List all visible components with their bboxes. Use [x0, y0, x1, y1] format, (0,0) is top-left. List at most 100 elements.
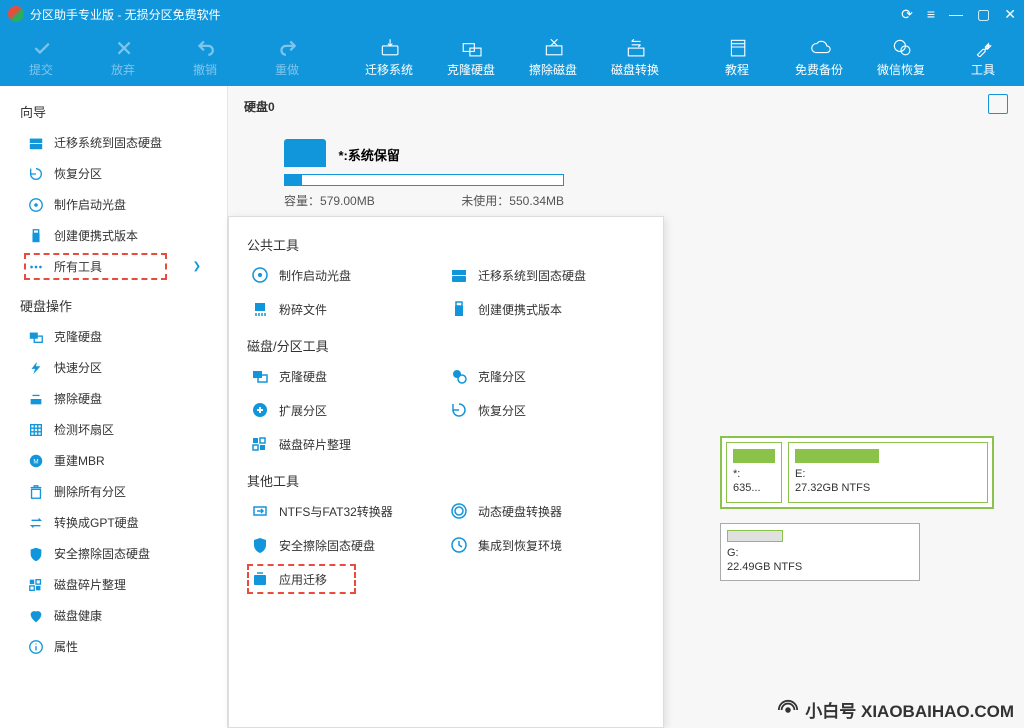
recover-icon [28, 166, 44, 182]
partition-name: *:系统保留 [338, 145, 399, 164]
mbr-icon: M [28, 453, 44, 469]
partition-group: *:635... E:27.32GB NTFS [720, 436, 994, 509]
swap-icon [28, 515, 44, 531]
popup-item-app[interactable]: 应用迁移 [247, 562, 446, 596]
sidebar-item-defrag[interactable]: 磁盘碎片整理 [0, 569, 227, 600]
toolbar-wechat-button[interactable]: 微信恢复 [860, 28, 942, 86]
del-icon [28, 484, 44, 500]
hdd-swap-icon [623, 37, 647, 57]
popup-item-hdd[interactable]: 迁移系统到固态硬盘 [446, 258, 645, 292]
toolbar-label: 擦除磁盘 [529, 61, 577, 78]
sidebar-item-shield[interactable]: 安全擦除固态硬盘 [0, 538, 227, 569]
toolbar-wrench-button[interactable]: 工具 [942, 28, 1024, 86]
clonep-icon [450, 367, 468, 385]
sidebar-item-info[interactable]: 属性 [0, 631, 227, 662]
sidebar-item-health[interactable]: 磁盘健康 [0, 600, 227, 631]
sidebar-section-disk-ops: 硬盘操作 [0, 290, 227, 321]
toolbar-cloud-button[interactable]: 免费备份 [778, 28, 860, 86]
partition-stats: 容量：579.00MB 未使用：550.34MB [284, 192, 564, 209]
sidebar-item-mbr[interactable]: M重建MBR [0, 445, 227, 476]
drive-icon [284, 139, 326, 167]
clone-icon [28, 329, 44, 345]
menu-icon[interactable]: ≡ [927, 6, 935, 23]
sidebar-item-usb[interactable]: 创建便携式版本 [0, 220, 227, 251]
popup-item-shield[interactable]: 安全擦除固态硬盘 [247, 528, 446, 562]
popup-item-clonep[interactable]: 克隆分区 [446, 359, 645, 393]
toolbar-redo-button: 重做 [246, 28, 328, 86]
sidebar-label: 迁移系统到固态硬盘 [54, 134, 162, 151]
toolbar-hdd-x-button[interactable]: 擦除磁盘 [512, 28, 594, 86]
popup-label: NTFS与FAT32转换器 [279, 503, 393, 520]
sidebar-label: 制作启动光盘 [54, 196, 126, 213]
sidebar-label: 克隆硬盘 [54, 328, 102, 345]
partition-box[interactable]: E:27.32GB NTFS [788, 442, 988, 503]
sidebar-label: 磁盘健康 [54, 607, 102, 624]
popup-item-defrag[interactable]: 磁盘碎片整理 [247, 427, 446, 461]
popup-item-dyn[interactable]: 动态硬盘转换器 [446, 494, 645, 528]
disc-icon [251, 266, 269, 284]
x-icon [111, 37, 135, 57]
sidebar-label: 快速分区 [54, 359, 102, 376]
popup-item-convert[interactable]: NTFS与FAT32转换器 [247, 494, 446, 528]
popup-label: 迁移系统到固态硬盘 [478, 267, 586, 284]
maximize-icon[interactable]: ▢ [977, 6, 990, 23]
recover-icon [450, 401, 468, 419]
toolbar-book-button[interactable]: 教程 [696, 28, 778, 86]
expand-icon [251, 401, 269, 419]
hdd-x-icon [541, 37, 565, 57]
undo-icon [193, 37, 217, 57]
toolbar-label: 放弃 [111, 61, 135, 78]
sidebar-item-clone[interactable]: 克隆硬盘 [0, 321, 227, 352]
view-toggle-icon[interactable] [988, 94, 1008, 114]
main-toolbar: 提交放弃撤销重做迁移系统克隆硬盘擦除磁盘磁盘转换教程免费备份微信恢复工具 [0, 28, 1024, 86]
minimize-icon[interactable]: — [949, 6, 963, 23]
toolbar-label: 磁盘转换 [611, 61, 659, 78]
popup-label: 磁盘碎片整理 [279, 436, 351, 453]
popup-label: 集成到恢复环境 [478, 537, 562, 554]
hdd-arrow-icon [377, 37, 401, 57]
hdd-copy-icon [459, 37, 483, 57]
sidebar-label: 检测坏扇区 [54, 421, 114, 438]
sidebar-item-swap[interactable]: 转换成GPT硬盘 [0, 507, 227, 538]
sidebar-item-del[interactable]: 删除所有分区 [0, 476, 227, 507]
popup-item-usb[interactable]: 创建便携式版本 [446, 292, 645, 326]
svg-text:M: M [33, 458, 38, 465]
sidebar-label: 创建便携式版本 [54, 227, 138, 244]
toolbar-hdd-swap-button[interactable]: 磁盘转换 [594, 28, 676, 86]
close-icon[interactable]: ✕ [1004, 6, 1016, 23]
usb-icon [450, 300, 468, 318]
popup-item-disc[interactable]: 制作启动光盘 [247, 258, 446, 292]
wifi-icon [777, 699, 799, 721]
toolbar-check-button: 提交 [0, 28, 82, 86]
convert-icon [251, 502, 269, 520]
sidebar-label: 所有工具 [54, 258, 102, 275]
refresh-icon[interactable]: ⟳ [901, 6, 913, 23]
sidebar-item-hdd[interactable]: 迁移系统到固态硬盘 [0, 127, 227, 158]
check-icon [29, 37, 53, 57]
toolbar-label: 微信恢复 [877, 61, 925, 78]
popup-item-expand[interactable]: 扩展分区 [247, 393, 446, 427]
popup-label: 克隆硬盘 [279, 368, 327, 385]
sidebar-section-wizard: 向导 [0, 96, 227, 127]
toolbar-hdd-copy-button[interactable]: 克隆硬盘 [430, 28, 512, 86]
popup-section-disk: 磁盘/分区工具 [247, 336, 645, 355]
sidebar-item-recover[interactable]: 恢复分区 [0, 158, 227, 189]
sidebar-item-grid[interactable]: 检测坏扇区 [0, 414, 227, 445]
sidebar-item-bolt[interactable]: 快速分区 [0, 352, 227, 383]
popup-item-clone[interactable]: 克隆硬盘 [247, 359, 446, 393]
toolbar-hdd-arrow-button[interactable]: 迁移系统 [348, 28, 430, 86]
sidebar-item-dots[interactable]: 所有工具❯ [0, 251, 227, 282]
popup-item-shred[interactable]: 粉碎文件 [247, 292, 446, 326]
partition-card[interactable]: *:系统保留 容量：579.00MB 未使用：550.34MB [284, 139, 564, 209]
partition-box[interactable]: *:635... [726, 442, 782, 503]
popup-section-other: 其他工具 [247, 471, 645, 490]
grid-icon [28, 422, 44, 438]
partition-box[interactable]: G:22.49GB NTFS [720, 523, 920, 582]
popup-item-integrate[interactable]: 集成到恢复环境 [446, 528, 645, 562]
popup-label: 扩展分区 [279, 402, 327, 419]
sidebar-item-disc[interactable]: 制作启动光盘 [0, 189, 227, 220]
sidebar-label: 删除所有分区 [54, 483, 126, 500]
sidebar-label: 恢复分区 [54, 165, 102, 182]
popup-item-recover[interactable]: 恢复分区 [446, 393, 645, 427]
sidebar-item-erase[interactable]: 擦除硬盘 [0, 383, 227, 414]
